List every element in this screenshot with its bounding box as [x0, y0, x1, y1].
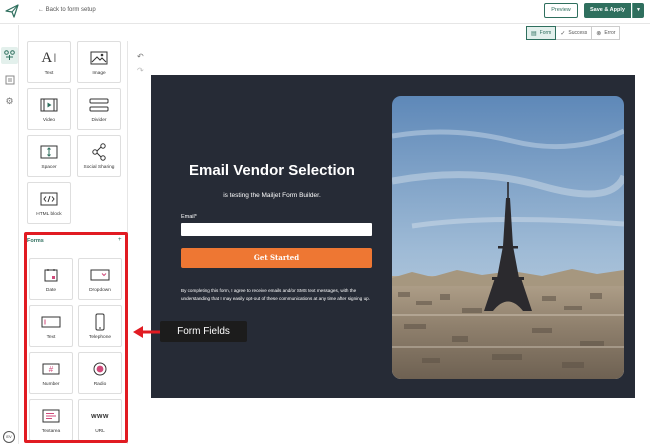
- form-field-text[interactable]: Text: [29, 305, 73, 347]
- save-options-dropdown[interactable]: ▼: [632, 3, 644, 18]
- block-social-sharing[interactable]: Social Sharing: [77, 135, 121, 177]
- block-html[interactable]: HTML block: [27, 182, 71, 224]
- block-divider[interactable]: Divider: [77, 88, 121, 130]
- tab-error-label: Error: [604, 30, 616, 36]
- undo-icon[interactable]: ↶: [137, 52, 144, 61]
- video-icon: [40, 95, 58, 115]
- block-divider-label: Divider: [91, 118, 107, 123]
- block-social-sharing-label: Social Sharing: [83, 165, 115, 170]
- block-text-label: Text: [44, 71, 54, 76]
- content-icon[interactable]: [1, 71, 18, 88]
- form-subtitle[interactable]: is testing the Mailjet Form Builder.: [151, 192, 393, 199]
- back-to-form-setup-link[interactable]: ← Back to form setup: [38, 7, 96, 13]
- calendar-icon: [44, 265, 58, 285]
- top-bar: ← Back to form setup Preview Save & Appl…: [0, 0, 650, 24]
- spacer-icon: [40, 142, 58, 162]
- form-fields-callout: Form Fields: [160, 321, 247, 342]
- form-icon: ▤: [531, 30, 537, 37]
- block-spacer[interactable]: Spacer: [27, 135, 71, 177]
- preview-button[interactable]: Preview: [544, 3, 578, 18]
- blocks-panel: AI Text Image Video Divider Spacer Socia…: [20, 41, 128, 444]
- image-icon: [90, 48, 108, 68]
- hash-icon: #: [42, 359, 60, 379]
- get-started-button[interactable]: Get Started: [181, 248, 372, 268]
- consent-text: By completing this form, I agree to rece…: [181, 288, 370, 301]
- forms-section-toggle[interactable]: +: [118, 237, 122, 243]
- form-field-dropdown[interactable]: Dropdown: [78, 258, 122, 300]
- block-video[interactable]: Video: [27, 88, 71, 130]
- form-field-textarea-label: Textarea: [41, 429, 61, 434]
- paper-plane-icon[interactable]: [4, 3, 20, 19]
- form-state-tabs: ▤ Form ✓ Success ⊗ Error: [526, 26, 621, 40]
- x-circle-icon: ⊗: [596, 30, 602, 37]
- form-field-url[interactable]: www URL: [78, 399, 122, 441]
- form-field-textarea[interactable]: Textarea: [29, 399, 73, 441]
- email-field[interactable]: [181, 223, 372, 236]
- svg-text:#: #: [49, 365, 54, 374]
- block-text[interactable]: AI Text: [27, 41, 71, 83]
- form-field-number[interactable]: # Number: [29, 352, 73, 394]
- settings-gear-icon[interactable]: ⚙: [1, 93, 18, 110]
- form-field-radio[interactable]: Radio: [78, 352, 122, 394]
- code-icon: [40, 189, 58, 209]
- form-field-date[interactable]: Date: [29, 258, 73, 300]
- form-field-telephone-label: Telephone: [88, 335, 112, 340]
- share-icon: [91, 142, 107, 162]
- check-circle-icon: ✓: [560, 30, 566, 37]
- avatar[interactable]: EV: [3, 431, 15, 443]
- save-apply-button[interactable]: Save & Apply: [584, 3, 631, 18]
- form-field-radio-label: Radio: [93, 382, 107, 387]
- tab-form[interactable]: ▤ Form: [526, 26, 557, 40]
- textarea-icon: [42, 406, 60, 426]
- form-field-url-label: URL: [95, 429, 105, 434]
- form-field-dropdown-label: Dropdown: [89, 288, 111, 293]
- caret-down-icon: ▼: [636, 7, 641, 13]
- dropdown-icon: [90, 265, 110, 285]
- form-field-text-label: Text: [46, 335, 56, 340]
- block-image[interactable]: Image: [77, 41, 121, 83]
- form-field-number-label: Number: [42, 382, 60, 387]
- form-canvas: Email Vendor Selection is testing the Ma…: [151, 75, 635, 398]
- tab-success-label: Success: [568, 30, 588, 36]
- layout-icon[interactable]: [1, 47, 18, 64]
- phone-icon: [95, 312, 105, 332]
- text-field-icon: [41, 312, 61, 332]
- block-spacer-label: Spacer: [41, 165, 57, 170]
- left-rail: ⚙ EV: [0, 25, 19, 444]
- block-video-label: Video: [42, 118, 56, 123]
- tab-error[interactable]: ⊗ Error: [591, 26, 621, 40]
- divider-icon: [89, 95, 109, 115]
- url-icon: www: [91, 412, 109, 420]
- redo-icon[interactable]: ↷: [137, 66, 144, 75]
- form-field-telephone[interactable]: Telephone: [78, 305, 122, 347]
- eiffel-tower-photo[interactable]: [392, 96, 624, 379]
- block-image-label: Image: [92, 71, 106, 76]
- tab-success[interactable]: ✓ Success: [555, 26, 593, 40]
- email-field-label: Email*: [181, 214, 197, 220]
- block-html-label: HTML block: [36, 212, 62, 217]
- form-title[interactable]: Email Vendor Selection: [151, 162, 393, 179]
- tab-form-label: Form: [539, 30, 552, 36]
- text-icon: AI: [41, 49, 57, 66]
- radio-icon: [93, 359, 107, 379]
- forms-section-header[interactable]: Forms: [27, 238, 44, 244]
- form-field-date-label: Date: [45, 288, 57, 293]
